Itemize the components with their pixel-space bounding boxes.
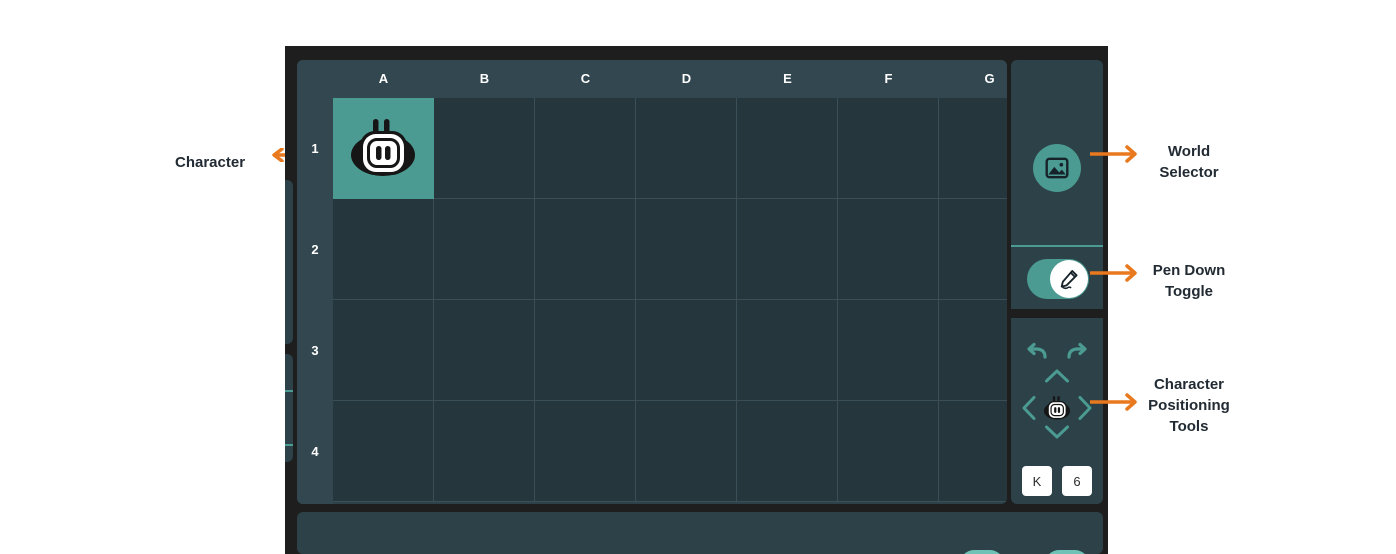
annotation-tools-line3: Tools bbox=[1169, 418, 1209, 435]
key-button-6[interactable]: 6 bbox=[1062, 466, 1092, 496]
grid-row-header-2: 2 bbox=[311, 242, 319, 257]
annotation-pen-toggle-line2: Toggle bbox=[1164, 283, 1214, 300]
chevron-down-icon bbox=[1045, 425, 1069, 439]
sliver-tick bbox=[285, 390, 293, 392]
annotation-character-label: Character bbox=[175, 152, 245, 173]
grid-column-header-d: D bbox=[681, 71, 692, 86]
chevron-left-icon bbox=[1022, 396, 1036, 420]
world-grid-panel: A B C D E F G 1 2 3 4 bbox=[297, 60, 1007, 504]
grid-cell-d3[interactable] bbox=[636, 300, 737, 401]
robot-character-icon bbox=[1043, 396, 1071, 420]
program-block[interactable] bbox=[1045, 550, 1089, 554]
grid-cell-a3[interactable] bbox=[333, 300, 434, 401]
annotation-tools-line2: Positioning bbox=[1148, 397, 1230, 414]
grid-row-header-3: 3 bbox=[311, 343, 319, 358]
image-icon bbox=[1045, 157, 1069, 179]
grid-cell-a1[interactable] bbox=[333, 98, 434, 199]
grid-cell-f2[interactable] bbox=[838, 199, 939, 300]
grid-cell-g3[interactable] bbox=[939, 300, 1007, 401]
grid-column-header-a: A bbox=[378, 71, 389, 86]
grid-cell-a2[interactable] bbox=[333, 199, 434, 300]
grid-cell-g2[interactable] bbox=[939, 199, 1007, 300]
grid-cell-b1[interactable] bbox=[434, 98, 535, 199]
grid-column-header-f: F bbox=[884, 71, 893, 86]
grid-row-header-1: 1 bbox=[311, 141, 319, 156]
app-window: A B C D E F G 1 2 3 4 K 6 bbox=[285, 46, 1108, 554]
key-button-k[interactable]: K bbox=[1022, 466, 1052, 496]
annotation-world-selector-line2: Selector bbox=[1159, 164, 1219, 181]
grid-cell-d4[interactable] bbox=[636, 401, 737, 502]
grid-column-header-c: C bbox=[580, 71, 591, 86]
grid-row-header-4: 4 bbox=[311, 444, 319, 459]
chevron-up-icon bbox=[1045, 369, 1069, 383]
pen-toggle-knob bbox=[1050, 260, 1088, 298]
pencil-icon bbox=[1060, 270, 1078, 290]
annotation-character-text: Character bbox=[175, 154, 246, 171]
grid-cell-e4[interactable] bbox=[737, 401, 838, 502]
undo-icon bbox=[1027, 342, 1047, 359]
character-home-button[interactable] bbox=[1041, 390, 1073, 426]
toolbar-panel-gap bbox=[1011, 309, 1103, 318]
world-selector-button[interactable] bbox=[1033, 144, 1081, 192]
grid-cell-f1[interactable] bbox=[838, 98, 939, 199]
move-up-button[interactable] bbox=[1043, 366, 1071, 386]
grid-cell-b2[interactable] bbox=[434, 199, 535, 300]
program-block[interactable] bbox=[960, 550, 1004, 554]
grid-cell-b3[interactable] bbox=[434, 300, 535, 401]
offscreen-panel-sliver-top bbox=[285, 180, 293, 344]
robot-character-icon bbox=[351, 119, 415, 176]
grid-cell-e1[interactable] bbox=[737, 98, 838, 199]
bottom-program-panel bbox=[297, 512, 1103, 554]
grid-cell-c3[interactable] bbox=[535, 300, 636, 401]
grid-column-header-b: B bbox=[479, 71, 490, 86]
grid-cell-c2[interactable] bbox=[535, 199, 636, 300]
move-left-button[interactable] bbox=[1019, 394, 1039, 422]
grid-cell-c4[interactable] bbox=[535, 401, 636, 502]
grid-cells bbox=[333, 98, 1007, 504]
sliver-tick bbox=[285, 444, 293, 446]
annotation-tools-label: Character Positioning Tools bbox=[1134, 374, 1244, 437]
grid-cell-c1[interactable] bbox=[535, 98, 636, 199]
grid-cell-f3[interactable] bbox=[838, 300, 939, 401]
grid-cell-e3[interactable] bbox=[737, 300, 838, 401]
grid-column-header-e: E bbox=[783, 71, 792, 86]
grid-cell-d2[interactable] bbox=[636, 199, 737, 300]
grid-cell-g4[interactable] bbox=[939, 401, 1007, 502]
grid-cell-a4[interactable] bbox=[333, 401, 434, 502]
annotation-world-selector-arrow bbox=[1090, 145, 1137, 163]
annotation-tools-line1: Character bbox=[1153, 376, 1225, 393]
grid-row-header-column: 1 2 3 4 bbox=[297, 98, 333, 504]
annotation-pen-toggle-label: Pen Down Toggle bbox=[1137, 260, 1241, 302]
pen-down-toggle[interactable] bbox=[1027, 259, 1089, 299]
grid-cell-f4[interactable] bbox=[838, 401, 939, 502]
grid-column-header-g: G bbox=[984, 71, 995, 86]
grid-cell-d1[interactable] bbox=[636, 98, 737, 199]
grid-cell-g1[interactable] bbox=[939, 98, 1007, 199]
grid-cell-b4[interactable] bbox=[434, 401, 535, 502]
grid-cell-e2[interactable] bbox=[737, 199, 838, 300]
annotation-world-selector-line1: World bbox=[1167, 143, 1211, 160]
grid-column-header-row: A B C D E F G bbox=[297, 60, 1007, 98]
redo-icon bbox=[1067, 342, 1087, 359]
redo-button[interactable] bbox=[1064, 340, 1090, 362]
annotation-world-selector-label: World Selector bbox=[1143, 141, 1235, 183]
undo-button[interactable] bbox=[1024, 340, 1050, 362]
annotation-pen-toggle-line1: Pen Down bbox=[1152, 262, 1226, 279]
offscreen-panel-sliver-bottom bbox=[285, 354, 293, 462]
